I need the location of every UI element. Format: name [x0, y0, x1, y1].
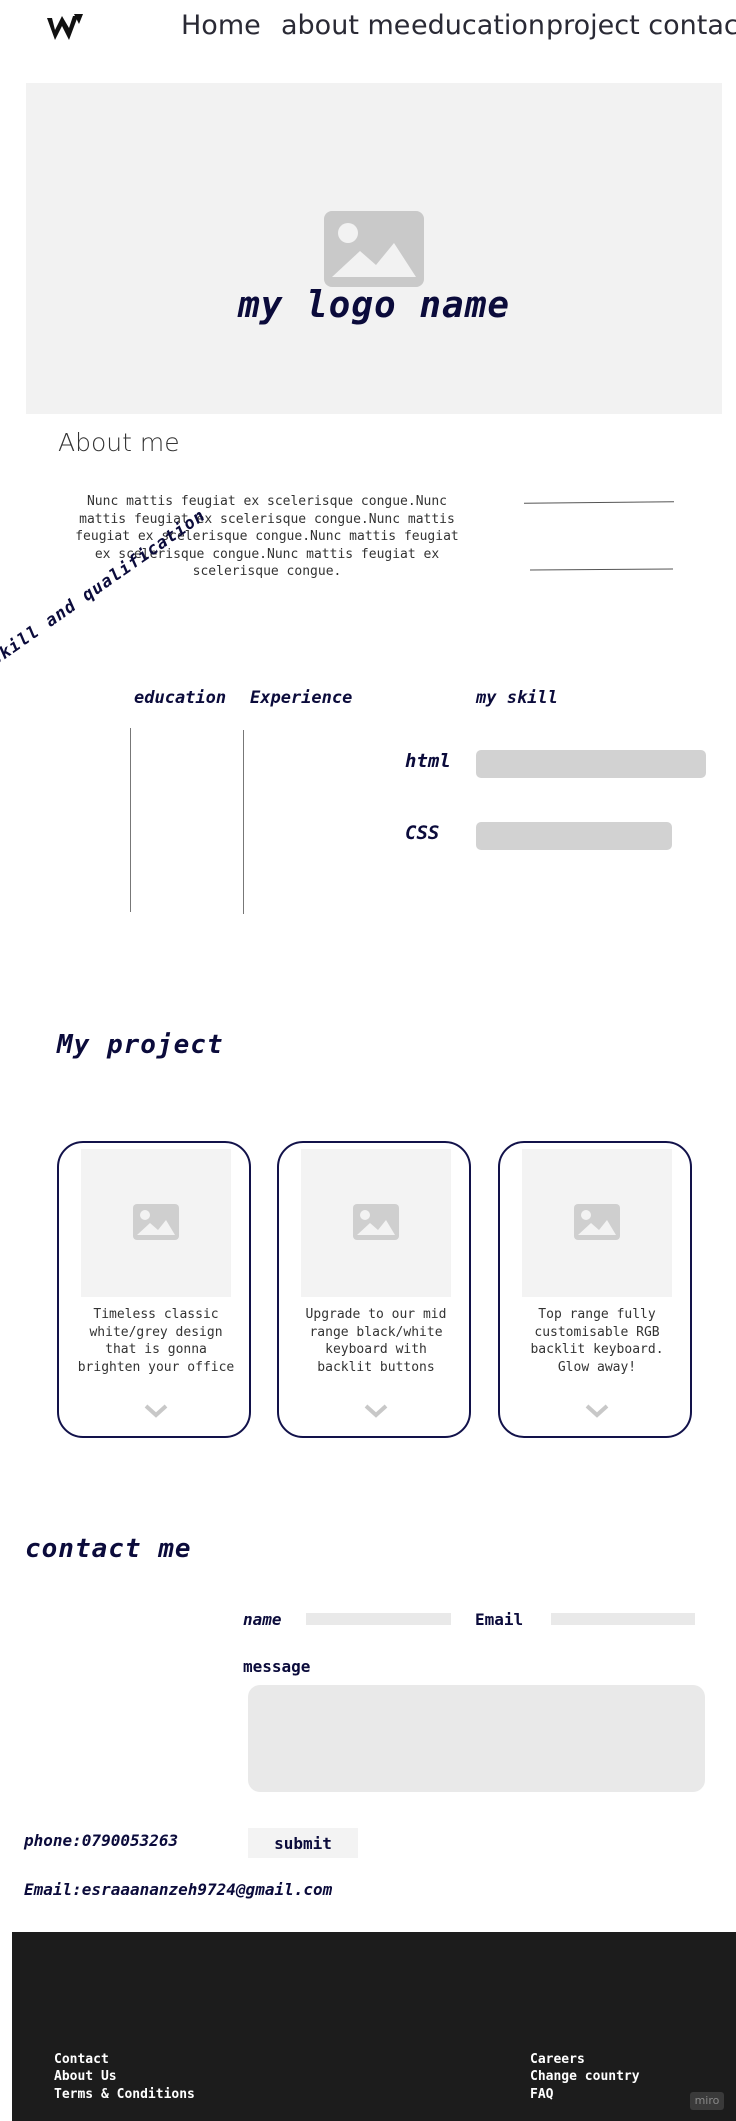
- email-text: Email:esraaananzeh9724@gmail.com: [24, 1880, 333, 1899]
- skill-label-css: CSS: [405, 822, 440, 844]
- nav-education[interactable]: education: [411, 10, 545, 41]
- image-placeholder-icon: [133, 1204, 179, 1240]
- phone-text: phone:0790053263: [24, 1831, 179, 1850]
- education-column-heading: education: [134, 688, 227, 708]
- submit-button[interactable]: submit: [248, 1828, 358, 1858]
- footer-link-about-us[interactable]: About Us: [54, 2069, 117, 2084]
- footer-link-terms[interactable]: Terms & Conditions: [54, 2087, 195, 2102]
- nav-about-me[interactable]: about me: [281, 10, 410, 41]
- project-card[interactable]: Timeless classic white/grey design that …: [57, 1141, 251, 1438]
- timeline-line: [130, 728, 131, 912]
- footer-link-change-country[interactable]: Change country: [530, 2069, 640, 2084]
- image-placeholder-icon: [324, 211, 424, 287]
- about-heading: About me: [58, 428, 180, 457]
- project-image: [81, 1149, 231, 1297]
- email-label: Email: [475, 1610, 524, 1629]
- chevron-down-icon[interactable]: [585, 1403, 609, 1419]
- project-image: [522, 1149, 672, 1297]
- miro-badge: miro: [690, 2092, 724, 2110]
- w-logo-icon[interactable]: [45, 12, 85, 46]
- decorative-line: [523, 501, 675, 504]
- message-textarea[interactable]: [248, 1685, 705, 1792]
- footer-link-faq[interactable]: FAQ: [530, 2087, 553, 2102]
- experience-column-heading: Experience: [250, 688, 353, 708]
- skill-label-html: html: [405, 750, 451, 772]
- my-skill-column-heading: my skill: [476, 688, 558, 708]
- timeline-line: [243, 730, 244, 914]
- hero-banner: my logo name: [26, 83, 722, 414]
- skill-bar-html[interactable]: [476, 750, 706, 778]
- nav-project-contact[interactable]: project contact: [546, 10, 736, 41]
- project-description: Timeless classic white/grey design that …: [77, 1307, 235, 1375]
- message-label: message: [243, 1657, 311, 1676]
- name-label: name: [243, 1610, 282, 1629]
- chevron-down-icon[interactable]: [144, 1403, 168, 1419]
- project-description: Top range fully customisable RGB backlit…: [530, 1307, 664, 1375]
- nav-home[interactable]: Home: [181, 10, 261, 41]
- project-card[interactable]: Top range fully customisable RGB backlit…: [498, 1141, 692, 1438]
- email-input[interactable]: [551, 1613, 695, 1625]
- project-image: [301, 1149, 451, 1297]
- chevron-down-icon[interactable]: [364, 1403, 388, 1419]
- skill-bar-css[interactable]: [476, 822, 672, 850]
- footer-link-careers[interactable]: Careers: [530, 2052, 585, 2067]
- project-card[interactable]: Upgrade to our mid range black/white key…: [277, 1141, 471, 1438]
- project-description: Upgrade to our mid range black/white key…: [305, 1307, 447, 1375]
- decorative-line: [529, 568, 674, 571]
- hero-title: my logo name: [237, 285, 511, 326]
- footer-link-contact[interactable]: Contact: [54, 2052, 109, 2067]
- name-input[interactable]: [306, 1613, 451, 1625]
- image-placeholder-icon: [574, 1204, 620, 1240]
- projects-heading: My project: [57, 1030, 224, 1060]
- contact-heading: contact me: [25, 1534, 192, 1564]
- image-placeholder-icon: [353, 1204, 399, 1240]
